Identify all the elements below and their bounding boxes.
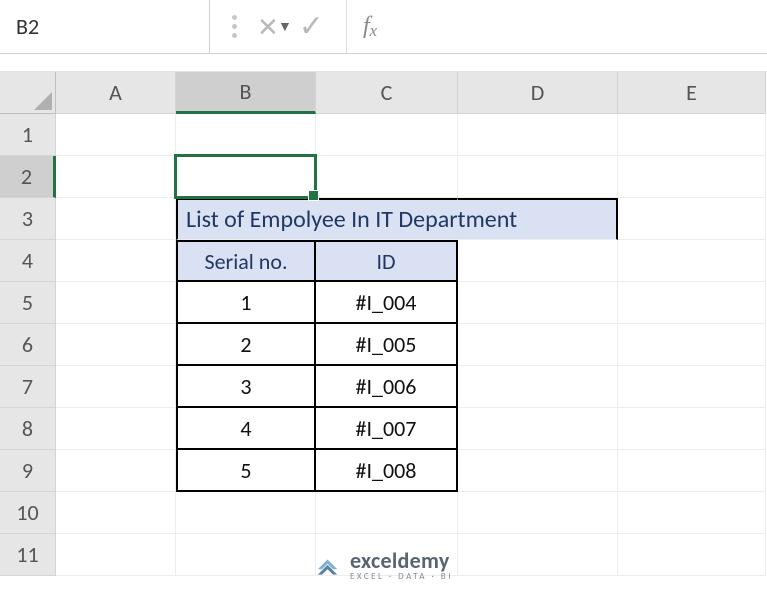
formula-bar: ▼ ✕ ✓ fx: [0, 0, 767, 54]
cell-A2[interactable]: [56, 156, 176, 198]
watermark-tagline: EXCEL · DATA · BI: [350, 572, 453, 581]
cell-E10[interactable]: [618, 492, 766, 534]
cell-A5[interactable]: [56, 282, 176, 324]
worksheet-grid[interactable]: A B C D E 1 2 3 List of Empolyee In IT D…: [0, 72, 767, 576]
name-box-container: ▼: [0, 0, 210, 53]
col-head-C[interactable]: C: [316, 72, 458, 114]
cell-D11[interactable]: [458, 534, 618, 576]
active-cell-selection: [174, 154, 317, 199]
formula-bar-buttons: ✕ ✓: [210, 0, 347, 53]
row-head-6[interactable]: 6: [0, 324, 56, 366]
drag-handle-icon: [232, 15, 237, 38]
cell-E7[interactable]: [618, 366, 766, 408]
cell-A8[interactable]: [56, 408, 176, 450]
row-head-9[interactable]: 9: [0, 450, 56, 492]
cell-A4[interactable]: [56, 240, 176, 282]
row-head-3[interactable]: 3: [0, 198, 56, 240]
cell-C1[interactable]: [316, 114, 458, 156]
cell-B3[interactable]: List of Empolyee In IT Department: [176, 198, 316, 240]
cell-B4[interactable]: Serial no.: [176, 240, 316, 282]
row-head-1[interactable]: 1: [0, 114, 56, 156]
ribbon-divider: [0, 54, 767, 72]
cell-C2[interactable]: [316, 156, 458, 198]
cell-D1[interactable]: [458, 114, 618, 156]
watermark-text: exceldemy EXCEL · DATA · BI: [350, 550, 453, 581]
row-head-2[interactable]: 2: [0, 156, 56, 198]
cell-A10[interactable]: [56, 492, 176, 534]
col-head-D[interactable]: D: [458, 72, 618, 114]
cell-C6[interactable]: #I_005: [316, 324, 458, 366]
cell-A9[interactable]: [56, 450, 176, 492]
cell-B8[interactable]: 4: [176, 408, 316, 450]
watermark-brand: exceldemy: [350, 550, 453, 572]
col-head-E[interactable]: E: [618, 72, 766, 114]
col-head-B[interactable]: B: [176, 72, 316, 114]
cell-B6[interactable]: 2: [176, 324, 316, 366]
cell-D7[interactable]: [458, 366, 618, 408]
cell-E11[interactable]: [618, 534, 766, 576]
col-head-A[interactable]: A: [56, 72, 176, 114]
cell-B10[interactable]: [176, 492, 316, 534]
row-head-4[interactable]: 4: [0, 240, 56, 282]
cell-E3[interactable]: [618, 198, 766, 240]
cell-E6[interactable]: [618, 324, 766, 366]
cell-C7[interactable]: #I_006: [316, 366, 458, 408]
cell-D5[interactable]: [458, 282, 618, 324]
cell-C9[interactable]: #I_008: [316, 450, 458, 492]
fx-icon[interactable]: fx: [347, 0, 393, 53]
row-head-11[interactable]: 11: [0, 534, 56, 576]
enter-icon[interactable]: ✓: [299, 12, 324, 42]
select-all-corner[interactable]: [0, 72, 56, 114]
cell-E2[interactable]: [618, 156, 766, 198]
row-head-8[interactable]: 8: [0, 408, 56, 450]
cell-E1[interactable]: [618, 114, 766, 156]
cell-A3[interactable]: [56, 198, 176, 240]
cancel-icon[interactable]: ✕: [257, 14, 279, 40]
cell-D8[interactable]: [458, 408, 618, 450]
cell-B9[interactable]: 5: [176, 450, 316, 492]
cell-E4[interactable]: [618, 240, 766, 282]
row-head-7[interactable]: 7: [0, 366, 56, 408]
formula-input[interactable]: [393, 0, 767, 53]
cell-B5[interactable]: 1: [176, 282, 316, 324]
cell-D9[interactable]: [458, 450, 618, 492]
cell-E8[interactable]: [618, 408, 766, 450]
cell-C3[interactable]: [316, 198, 458, 240]
cell-D6[interactable]: [458, 324, 618, 366]
row-head-10[interactable]: 10: [0, 492, 56, 534]
cell-D10[interactable]: [458, 492, 618, 534]
cell-E5[interactable]: [618, 282, 766, 324]
cell-E9[interactable]: [618, 450, 766, 492]
cell-A7[interactable]: [56, 366, 176, 408]
cell-C4[interactable]: ID: [316, 240, 458, 282]
cell-A11[interactable]: [56, 534, 176, 576]
cell-D2[interactable]: [458, 156, 618, 198]
cell-B11[interactable]: [176, 534, 316, 576]
cell-C5[interactable]: #I_004: [316, 282, 458, 324]
cell-B2[interactable]: [176, 156, 316, 198]
watermark: exceldemy EXCEL · DATA · BI: [314, 550, 453, 581]
row-head-5[interactable]: 5: [0, 282, 56, 324]
cell-A6[interactable]: [56, 324, 176, 366]
watermark-logo-icon: [314, 553, 340, 579]
cell-D4[interactable]: [458, 240, 618, 282]
cell-C8[interactable]: #I_007: [316, 408, 458, 450]
cell-D3[interactable]: [458, 198, 618, 240]
cell-B1[interactable]: [176, 114, 316, 156]
cell-A1[interactable]: [56, 114, 176, 156]
cell-B7[interactable]: 3: [176, 366, 316, 408]
cell-C10[interactable]: [316, 492, 458, 534]
